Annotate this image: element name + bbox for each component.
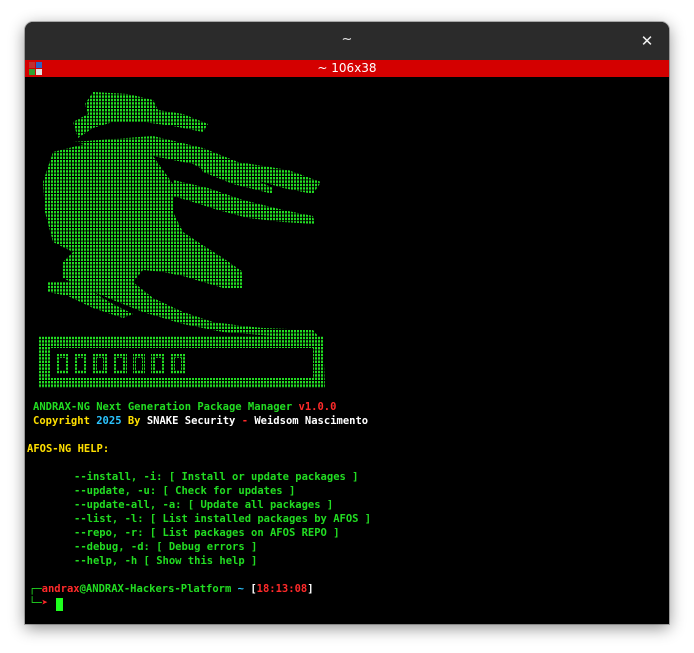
option-desc: [ Check for updates ] (162, 485, 296, 497)
option-flag: --debug, -d: (74, 541, 150, 553)
option-flag: --install, -i: (74, 471, 163, 483)
terminal-content[interactable]: ANDRAX-NG Next Generation Package Manage… (25, 77, 669, 624)
option-desc: [ List installed packages by AFOS ] (149, 513, 372, 525)
prompt-corner-top: ┌─ (29, 583, 42, 595)
help-option: --update-all, -a: [ Update all packages … (74, 498, 333, 512)
help-option: --repo, -r: [ List packages on AFOS REPO… (74, 526, 340, 540)
terminal-window: ~ ✕ ~ 106x38 ANDRAX-NG Next Generation P… (25, 22, 669, 624)
company-name: SNAKE Security (146, 415, 236, 427)
copyright-by: By (127, 415, 141, 427)
window-title: ~ (341, 32, 353, 47)
text-cursor[interactable] (56, 598, 63, 611)
option-desc: [ Show this help ] (143, 555, 258, 567)
help-option: --list, -l: [ List installed packages by… (74, 512, 371, 526)
tab-title: ~ 106x38 (317, 61, 377, 75)
option-desc: [ Install or update packages ] (168, 471, 359, 483)
copyright-dash: - (241, 415, 249, 427)
help-option: --help, -h [ Show this help ] (74, 554, 257, 568)
title-bar[interactable]: ~ ✕ (25, 22, 669, 60)
prompt-line: ┌─andrax@ANDRAX-Hackers-Platform ~ [18:1… (29, 582, 314, 596)
option-desc: [ List packages on AFOS REPO ] (149, 527, 340, 539)
help-option: --update, -u: [ Check for updates ] (74, 484, 295, 498)
prompt-arrow: ➤ (41, 597, 48, 609)
banner-title-line: ANDRAX-NG Next Generation Package Manage… (33, 400, 336, 414)
prompt-input-line[interactable]: └─➤ (29, 596, 48, 610)
banner-copyright-line: Copyright 2025 By SNAKE Security - Weids… (33, 414, 368, 428)
prompt-rbracket: ] (307, 583, 314, 595)
option-flag: --update, -u: (74, 485, 157, 497)
banner-title: ANDRAX-NG Next Generation Package Manage… (33, 401, 293, 413)
help-header: AFOS-NG HELP: (27, 443, 110, 455)
prompt-corner-bottom: └─ (29, 597, 42, 609)
copyright-year: 2025 (96, 415, 122, 427)
option-desc: [ Debug errors ] (156, 541, 258, 553)
banner-version: v1.0.0 (298, 401, 337, 413)
help-option: --debug, -d: [ Debug errors ] (74, 540, 257, 554)
tab-bar[interactable]: ~ 106x38 (25, 60, 669, 77)
option-flag: --help, -h (74, 555, 138, 567)
close-icon[interactable]: ✕ (637, 31, 657, 51)
option-flag: --update-all, -a: (74, 499, 182, 511)
prompt-time: 18:13:08 (256, 583, 308, 595)
prompt-user: andrax (41, 583, 80, 595)
dragon-ascii-art (38, 92, 325, 388)
help-option: --install, -i: [ Install or update packa… (74, 470, 359, 484)
prompt-host: ANDRAX-Hackers-Platform (85, 583, 232, 595)
copyright-word: Copyright (33, 415, 90, 427)
option-flag: --list, -l: (74, 513, 144, 525)
author-name: Weidsom Nascimento (254, 415, 369, 427)
option-flag: --repo, -r: (74, 527, 144, 539)
option-desc: [ Update all packages ] (187, 499, 334, 511)
prompt-dir: ~ (237, 583, 244, 595)
